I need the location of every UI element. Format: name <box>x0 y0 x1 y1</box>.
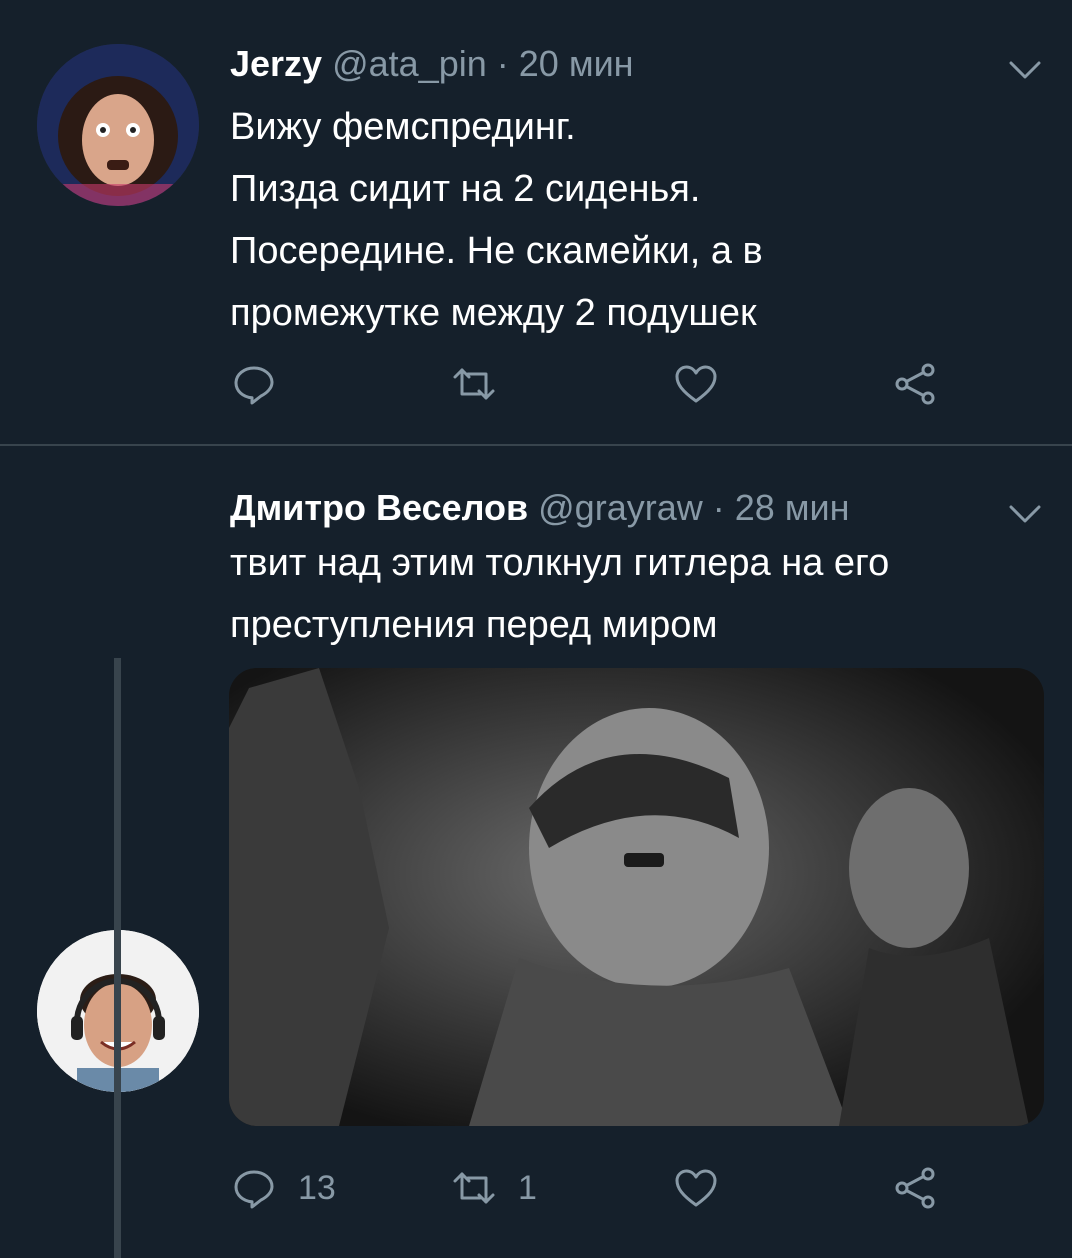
separator: · <box>496 43 509 84</box>
tweet-text-line: Пизда сидит на 2 сиденья. <box>230 168 701 210</box>
author-handle[interactable]: @ata_pin <box>332 43 487 84</box>
like-button[interactable] <box>672 354 720 414</box>
author-handle[interactable]: @grayraw <box>538 487 703 528</box>
timestamp[interactable]: 20 мин <box>519 43 634 84</box>
reply-icon <box>234 366 274 405</box>
tweet-text-line: преступления перед миром <box>230 604 718 646</box>
retweet-icon <box>453 1172 495 1204</box>
reply-button[interactable] <box>230 354 278 414</box>
share-button[interactable] <box>892 1158 940 1218</box>
tweet-text-line: Посередине. Не скамейки, а в <box>230 230 763 272</box>
chevron-down-icon[interactable] <box>1008 504 1042 524</box>
retweet-button[interactable] <box>450 354 498 414</box>
tweet-media-photo[interactable] <box>229 668 1044 1126</box>
tweet-header: Jerzy @ata_pin · 20 мин <box>230 42 634 86</box>
retweet-count: 1 <box>518 1168 537 1207</box>
tweet-actions <box>230 354 950 414</box>
author-name[interactable]: Дмитро Веселов <box>230 487 528 528</box>
separator: · <box>712 487 725 528</box>
tweet-actions: 13 1 <box>230 1158 950 1218</box>
tweet-header: Дмитро Веселов @grayraw · 28 мин <box>230 486 850 530</box>
tweet-text: Вижу фемспрединг. Пизда сидит на 2 сиден… <box>230 96 1050 344</box>
reply-count: 13 <box>298 1168 336 1207</box>
like-button[interactable] <box>672 1158 720 1218</box>
tweet-text-line: твит над этим толкнул гитлера на его <box>230 542 890 584</box>
tweet[interactable]: Jerzy @ata_pin · 20 мин Вижу фемспрединг… <box>0 0 1072 444</box>
retweet-icon <box>453 368 495 400</box>
avatar[interactable] <box>37 44 199 206</box>
thread-line <box>114 658 121 1258</box>
tweet-text-line: Вижу фемспрединг. <box>230 106 576 148</box>
reply-button[interactable]: 13 <box>230 1158 336 1218</box>
tweet[interactable]: Дмитро Веселов @grayraw · 28 мин твит на… <box>0 446 1072 1258</box>
share-button[interactable] <box>892 354 940 414</box>
tweet-text-line: промежутке между 2 подушек <box>230 292 757 334</box>
reply-icon <box>234 1170 274 1209</box>
timestamp[interactable]: 28 мин <box>735 487 850 528</box>
share-icon <box>895 363 935 405</box>
chevron-down-icon[interactable] <box>1008 60 1042 80</box>
heart-icon <box>675 1169 717 1207</box>
author-name[interactable]: Jerzy <box>230 43 322 84</box>
tweet-text: твит над этим толкнул гитлера на его пре… <box>230 532 1050 656</box>
retweet-button[interactable]: 1 <box>450 1158 537 1218</box>
heart-icon <box>675 365 717 403</box>
share-icon <box>895 1167 935 1209</box>
